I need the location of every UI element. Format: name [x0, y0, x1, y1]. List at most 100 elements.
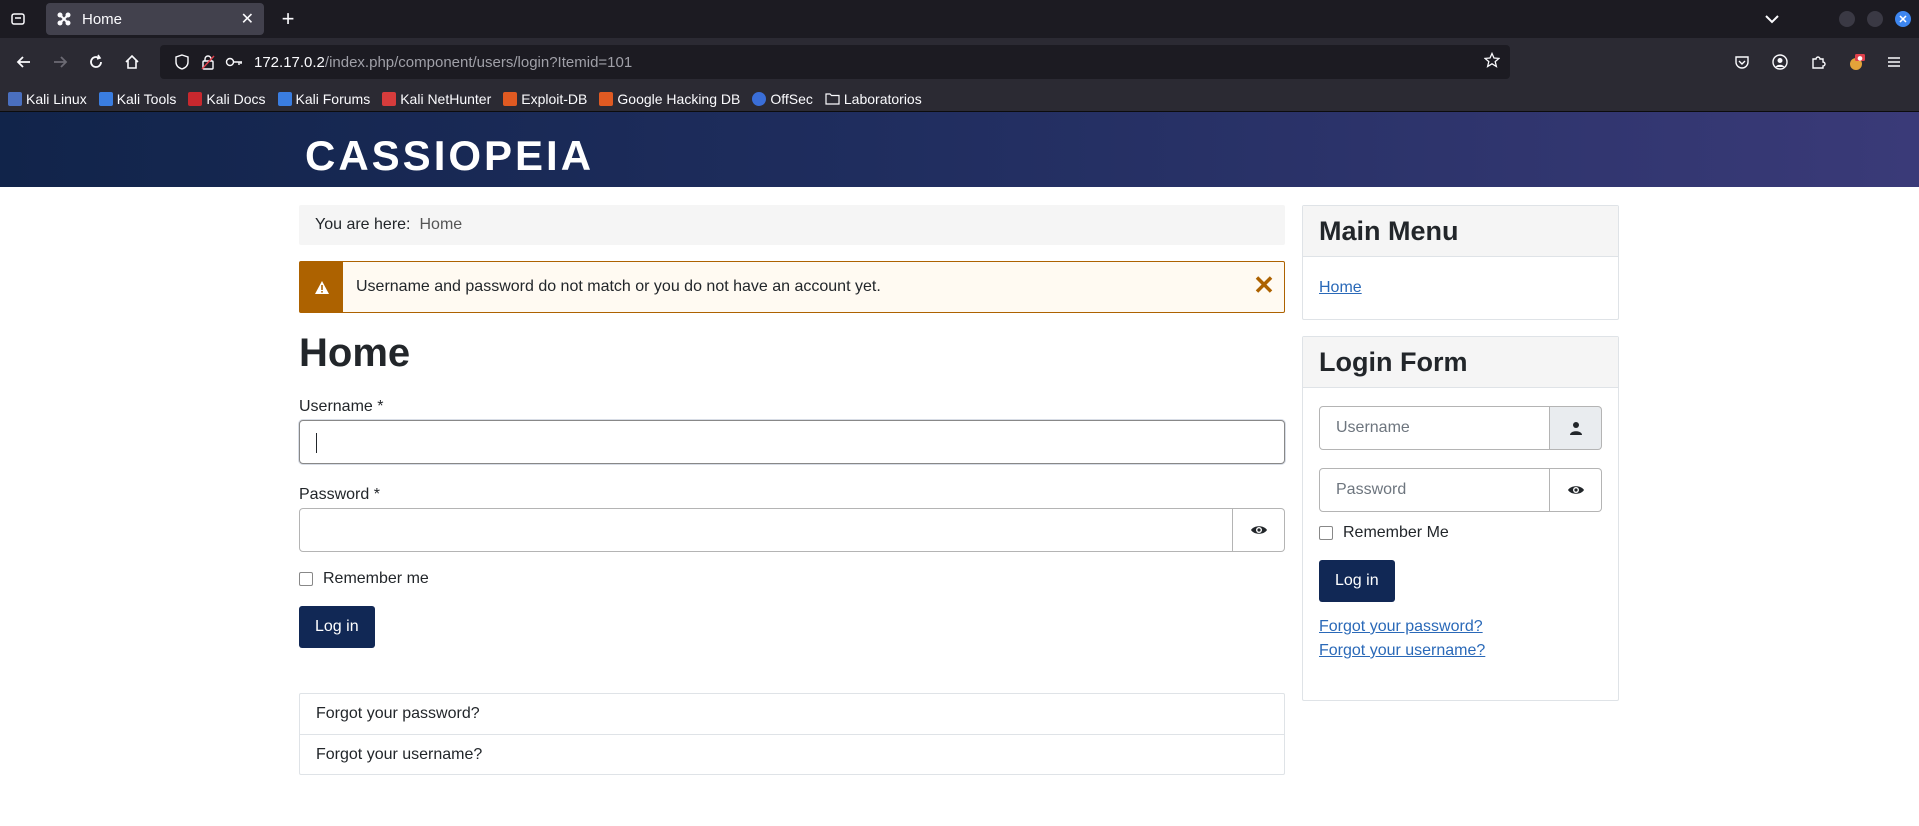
- nethunter-icon: [382, 91, 397, 106]
- sidebar-password-input[interactable]: Password: [1319, 468, 1550, 512]
- tab-close-icon[interactable]: ✕: [241, 9, 254, 29]
- kali-docs-icon: [188, 91, 203, 106]
- alert-message: Username and password do not match or yo…: [356, 278, 881, 295]
- reload-icon: [90, 54, 102, 68]
- url-host: 172.17.0.2: [254, 53, 325, 71]
- bookmark-folder-laboratorios[interactable]: Laboratorios: [825, 91, 922, 107]
- sidebar-forgot-password-link[interactable]: Forgot your password?: [1319, 618, 1602, 636]
- sidebar-username-input[interactable]: Username: [1319, 406, 1550, 450]
- sidebar-remember-checkbox[interactable]: [1319, 526, 1333, 540]
- exploit-db-icon: [503, 91, 518, 106]
- reload-button[interactable]: [79, 45, 113, 79]
- username-label: Username *: [299, 398, 384, 415]
- browser-tab[interactable]: Home ✕: [46, 3, 264, 35]
- address-bar[interactable]: 172.17.0.2/index.php/component/users/log…: [160, 45, 1510, 79]
- forgot-password-link[interactable]: Forgot your password?: [300, 694, 1284, 734]
- site-brand-logo[interactable]: CASSIOPEIA: [305, 132, 594, 180]
- username-input[interactable]: [299, 420, 1285, 464]
- show-password-button[interactable]: [1233, 508, 1285, 552]
- new-tab-button[interactable]: +: [270, 3, 306, 35]
- hamburger-menu-icon: [1888, 57, 1900, 67]
- insecure-lock-icon[interactable]: [196, 54, 220, 70]
- bookmark-google-hacking-db[interactable]: Google Hacking DB: [599, 91, 740, 107]
- account-button[interactable]: [1762, 45, 1798, 79]
- home-icon: [125, 54, 139, 69]
- extensions-button[interactable]: [1800, 45, 1836, 79]
- app-menu-button[interactable]: [1876, 45, 1912, 79]
- tab-list-button[interactable]: [0, 0, 36, 38]
- bookmark-kali-nethunter[interactable]: Kali NetHunter: [382, 91, 491, 107]
- extension-addon-button[interactable]: ●: [1838, 45, 1874, 79]
- sidebar: Main Menu Home Login Form Username Passw…: [1302, 205, 1619, 717]
- back-button[interactable]: [7, 45, 41, 79]
- tab-title: Home: [82, 10, 123, 28]
- remember-me-row: Remember me: [299, 570, 1285, 588]
- warning-alert: Username and password do not match or yo…: [299, 261, 1285, 313]
- browser-nav-bar: 172.17.0.2/index.php/component/users/log…: [0, 38, 1919, 86]
- bookmark-star-icon[interactable]: [1483, 51, 1501, 72]
- page-title: Home: [299, 331, 411, 375]
- bookmark-offsec[interactable]: OffSec: [752, 91, 813, 107]
- text-caret: [316, 433, 317, 453]
- account-icon: [1772, 54, 1788, 70]
- user-icon: [1550, 406, 1602, 450]
- folder-icon: [825, 93, 840, 105]
- main-menu-title: Main Menu: [1303, 206, 1618, 257]
- remember-me-checkbox[interactable]: [299, 572, 313, 586]
- login-button[interactable]: Log in: [299, 606, 375, 648]
- login-options-list: Forgot your password? Forgot your userna…: [299, 693, 1285, 775]
- password-input[interactable]: [299, 508, 1233, 552]
- url-path: /index.php/component/users/login?Itemid=…: [324, 53, 633, 71]
- alert-close-icon[interactable]: ✕: [1244, 262, 1284, 312]
- login-form-card: Login Form Username Password Remember Me…: [1302, 336, 1619, 701]
- puzzle-icon: [1812, 56, 1826, 69]
- forward-button[interactable]: [43, 45, 77, 79]
- joomla-favicon-icon: [56, 11, 72, 27]
- sidebar-show-password-button[interactable]: [1550, 468, 1602, 512]
- window-minimize-button[interactable]: [1839, 11, 1855, 27]
- sidebar-username-field: Username: [1319, 406, 1602, 450]
- sidebar-login-button[interactable]: Log in: [1319, 560, 1395, 602]
- sidebar-password-field: Password: [1319, 468, 1602, 512]
- tracking-shield-icon[interactable]: [170, 54, 194, 70]
- addon-badge-icon: ●: [1850, 54, 1865, 70]
- window-close-button[interactable]: ✕: [1895, 11, 1911, 27]
- breadcrumb-current: Home: [419, 216, 463, 233]
- bookmark-kali-tools[interactable]: Kali Tools: [98, 91, 176, 107]
- home-button[interactable]: [115, 45, 149, 79]
- window-maximize-button[interactable]: [1867, 11, 1883, 27]
- pocket-button[interactable]: [1724, 45, 1760, 79]
- bookmark-kali-forums[interactable]: Kali Forums: [277, 91, 370, 107]
- kali-tools-icon: [98, 91, 113, 106]
- breadcrumb: You are here: Home: [299, 205, 1285, 245]
- sidebar-remember-label[interactable]: Remember Me: [1343, 524, 1449, 542]
- kali-forums-icon: [277, 91, 292, 106]
- svg-text:●: ●: [1857, 55, 1862, 62]
- forward-arrow-icon: [54, 56, 68, 68]
- menu-item-home[interactable]: Home: [1319, 279, 1362, 296]
- sidebar-remember-row: Remember Me: [1319, 524, 1602, 542]
- list-all-tabs-chevron-icon[interactable]: [1757, 14, 1787, 24]
- bookmarks-toolbar: Kali Linux Kali Tools Kali Docs Kali For…: [0, 86, 1919, 112]
- kali-dragon-icon: [8, 91, 22, 106]
- ghdb-icon: [599, 91, 614, 106]
- offsec-icon: [752, 91, 767, 106]
- back-arrow-icon: [16, 56, 30, 68]
- browser-tab-bar: Home ✕ + ✕: [0, 0, 1919, 38]
- main-menu-card: Main Menu Home: [1302, 205, 1619, 320]
- bookmark-kali-docs[interactable]: Kali Docs: [188, 91, 266, 107]
- sidebar-links: Forgot your password? Forgot your userna…: [1319, 618, 1602, 660]
- main-content: You are here: Home Username and password…: [299, 205, 1285, 775]
- remember-me-label[interactable]: Remember me: [323, 570, 429, 588]
- bookmark-exploit-db[interactable]: Exploit-DB: [503, 91, 587, 107]
- pocket-icon: [1735, 56, 1749, 69]
- bookmark-kali-linux[interactable]: Kali Linux: [8, 91, 87, 107]
- eye-icon: [1567, 486, 1584, 494]
- key-icon[interactable]: [222, 56, 246, 68]
- warning-icon: [300, 262, 343, 312]
- login-form-title: Login Form: [1303, 337, 1618, 388]
- tab-list-icon: [11, 13, 25, 25]
- forgot-username-link[interactable]: Forgot your username?: [300, 734, 1284, 774]
- sidebar-forgot-username-link[interactable]: Forgot your username?: [1319, 642, 1602, 660]
- eye-icon: [1250, 526, 1267, 534]
